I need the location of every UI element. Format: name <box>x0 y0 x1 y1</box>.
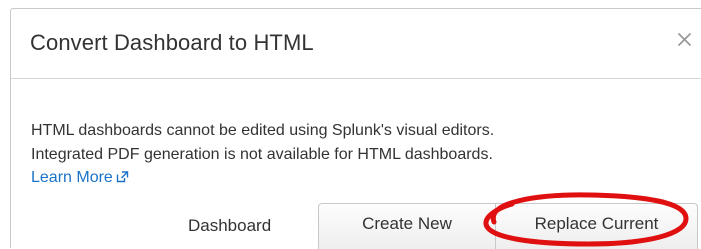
close-icon <box>678 33 691 46</box>
dashboard-mode-toggle: Create New Replace Current <box>318 203 698 249</box>
learn-more-link[interactable]: Learn More <box>31 169 129 188</box>
dialog-title: Convert Dashboard to HTML <box>30 30 314 55</box>
dialog-body: HTML dashboards cannot be edited using S… <box>11 79 701 249</box>
learn-more-label: Learn More <box>31 169 113 186</box>
dashboard-field-label: Dashboard <box>188 216 272 235</box>
convert-dashboard-dialog: Convert Dashboard to HTML HTML dashboard… <box>10 8 701 249</box>
warning-message: HTML dashboards cannot be edited using S… <box>31 119 494 167</box>
message-line-2: Integrated PDF generation is not availab… <box>31 146 493 163</box>
replace-current-button[interactable]: Replace Current <box>495 203 698 249</box>
close-button[interactable] <box>674 26 696 52</box>
dialog-header: Convert Dashboard to HTML <box>11 9 701 79</box>
message-line-1: HTML dashboards cannot be edited using S… <box>31 122 495 139</box>
create-new-button[interactable]: Create New <box>318 203 496 249</box>
external-link-icon <box>116 170 129 188</box>
